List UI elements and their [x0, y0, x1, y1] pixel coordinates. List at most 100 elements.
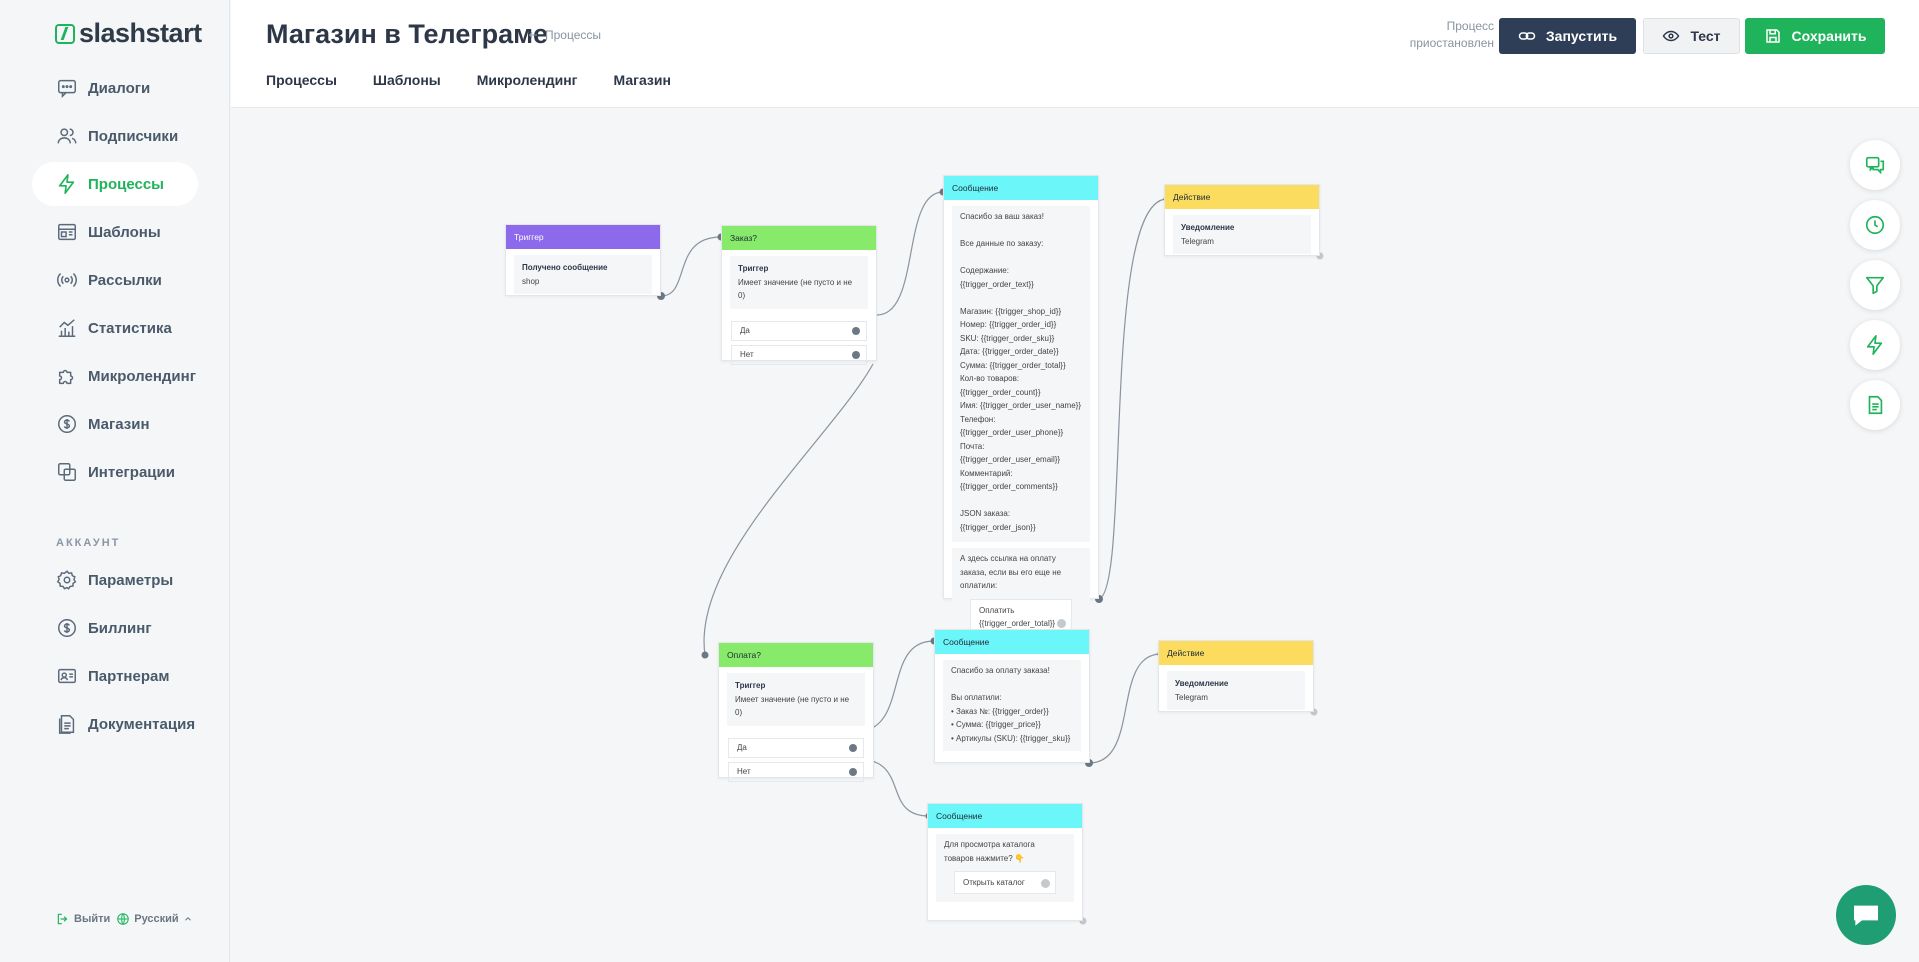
comments-tool-button[interactable]	[1850, 140, 1900, 190]
language-selector[interactable]: Русский	[116, 912, 192, 926]
sidebar-item-integrations[interactable]: Интеграции	[32, 450, 198, 494]
port-dot[interactable]	[1057, 619, 1066, 628]
flow-canvas[interactable]: Триггер Получено сообщение shop Заказ? Т…	[231, 109, 1919, 962]
sidebar-item-processes[interactable]: Процессы	[32, 162, 198, 206]
sidebar-footer: Выйти Русский	[56, 912, 193, 926]
message-order-node[interactable]: Сообщение Спасибо за ваш заказ! Все данн…	[943, 175, 1099, 656]
main-nav: Диалоги Подписчики Процессы Шаблоны Расс…	[32, 66, 198, 498]
message-paid-text: Спасибо за оплату заказа! Вы оплатили: •…	[951, 666, 1071, 743]
puzzle-icon	[58, 369, 74, 385]
partner-icon	[58, 668, 76, 684]
action-label: Уведомление	[1175, 679, 1229, 688]
stats-icon	[58, 319, 76, 337]
save-button-label: Сохранить	[1791, 28, 1867, 44]
tab-shop[interactable]: Магазин	[614, 72, 671, 88]
action-title: Действие	[1165, 185, 1319, 209]
sidebar-item-label: Подписчики	[88, 127, 179, 145]
trigger-node-title: Триггер	[506, 225, 660, 249]
page-title: Магазин в Телеграме	[266, 19, 549, 49]
logout-icon	[57, 913, 68, 925]
sidebar-item-shop[interactable]: Магазин	[32, 402, 198, 446]
integrations-icon	[58, 463, 76, 481]
account-nav: Параметры Биллинг Партнерам Документация	[32, 558, 198, 750]
sidebar-item-subscribers[interactable]: Подписчики	[32, 114, 198, 158]
port-dot[interactable]	[1041, 878, 1050, 888]
filter-icon	[1865, 276, 1885, 295]
header-tabs: Процессы Шаблоны Микролендинг Магазин	[266, 72, 671, 88]
header: Магазин в Телеграме Процессы Процессы Ша…	[231, 0, 1919, 108]
sidebar-item-label: Микролендинг	[88, 367, 196, 385]
open-catalog-button[interactable]: Открыть каталог	[954, 871, 1056, 894]
sidebar-item-statistics[interactable]: Статистика	[32, 306, 198, 350]
port-dot[interactable]	[849, 743, 857, 752]
sidebar-item-partners[interactable]: Партнерам	[32, 654, 198, 698]
logo[interactable]: slashstart	[55, 18, 202, 49]
condition-order-body: Триггер Имеет значение (не пусто и не 0)	[730, 256, 868, 309]
trigger-value: shop	[522, 276, 540, 286]
message-paid-node[interactable]: Сообщение Спасибо за оплату заказа! Вы о…	[934, 629, 1090, 763]
sidebar-item-label: Документация	[88, 715, 196, 733]
lightning-icon	[58, 174, 75, 194]
condition-payment-node[interactable]: Оплата? Триггер Имеет значение (не пусто…	[718, 642, 874, 782]
sidebar-item-label: Шаблоны	[88, 223, 161, 241]
action-value: Telegram	[1175, 692, 1208, 702]
wire-order-yes-to-message	[876, 191, 944, 316]
wire-message-to-action	[1098, 198, 1168, 600]
wire-paid-to-action	[1088, 653, 1162, 764]
document-tool-button[interactable]	[1850, 380, 1900, 430]
trigger-event: Получено сообщение	[522, 263, 608, 272]
message-catalog-node[interactable]: Сообщение Для просмотра каталога товаров…	[927, 803, 1083, 921]
branch-no-label: Нет	[737, 767, 751, 776]
branch-no[interactable]: Нет	[728, 761, 864, 782]
clock-icon	[1865, 215, 1885, 235]
branch-no[interactable]: Нет	[731, 344, 867, 365]
breadcrumb-label: Процессы	[545, 28, 602, 42]
sidebar-item-documentation[interactable]: Документация	[32, 702, 198, 746]
tab-processes[interactable]: Процессы	[266, 72, 337, 88]
condition-label: Триггер	[738, 264, 769, 273]
save-button[interactable]: Сохранить	[1745, 18, 1885, 54]
port-dot[interactable]	[849, 767, 857, 776]
sidebar-item-settings[interactable]: Параметры	[32, 558, 198, 602]
port-dot[interactable]	[852, 326, 860, 335]
comments-icon	[1865, 156, 1885, 175]
support-chat-button[interactable]	[1836, 885, 1896, 945]
filter-tool-button[interactable]	[1850, 260, 1900, 310]
test-button-label: Тест	[1690, 28, 1721, 44]
users-icon	[57, 128, 77, 144]
logo-icon	[55, 23, 75, 44]
test-button[interactable]: Тест	[1643, 18, 1740, 54]
trigger-node[interactable]: Триггер Получено сообщение shop	[505, 224, 661, 296]
chat-icon	[58, 79, 76, 99]
sidebar-item-label: Параметры	[88, 571, 174, 589]
action-node-1[interactable]: Действие Уведомление Telegram	[1164, 184, 1320, 256]
branch-yes[interactable]: Да	[728, 737, 864, 758]
condition-order-node[interactable]: Заказ? Триггер Имеет значение (не пусто …	[721, 225, 877, 365]
action-node-2[interactable]: Действие Уведомление Telegram	[1158, 640, 1314, 712]
history-tool-button[interactable]	[1850, 200, 1900, 250]
port-dot[interactable]	[852, 350, 860, 359]
trigger-tool-button[interactable]	[1850, 320, 1900, 370]
sidebar-item-dialogs[interactable]: Диалоги	[32, 66, 198, 110]
sidebar-item-broadcasts[interactable]: Рассылки	[32, 258, 198, 302]
globe-icon	[117, 913, 130, 925]
message-order-title: Сообщение	[944, 176, 1098, 200]
sidebar-item-templates[interactable]: Шаблоны	[32, 210, 198, 254]
tab-microlanding[interactable]: Микролендинг	[477, 72, 578, 88]
sidebar-item-label: Статистика	[88, 319, 172, 337]
branch-yes-label: Да	[740, 326, 750, 335]
tab-templates[interactable]: Шаблоны	[373, 72, 441, 88]
branch-yes-label: Да	[737, 743, 747, 752]
logout-link[interactable]: Выйти	[56, 912, 110, 926]
sidebar-item-billing[interactable]: Биллинг	[32, 606, 198, 650]
run-button-label: Запустить	[1545, 28, 1618, 44]
condition-rule: Имеет значение (не пусто и не 0)	[735, 694, 850, 718]
lightning-icon	[1866, 335, 1883, 355]
logo-text: slashstart	[79, 18, 202, 48]
message-catalog-title: Сообщение	[928, 804, 1082, 828]
sidebar-item-microlanding[interactable]: Микролендинг	[32, 354, 198, 398]
run-button[interactable]: Запустить	[1499, 18, 1636, 54]
logout-label: Выйти	[74, 913, 111, 925]
branch-yes[interactable]: Да	[731, 320, 867, 341]
breadcrumb[interactable]: Процессы	[527, 28, 601, 42]
